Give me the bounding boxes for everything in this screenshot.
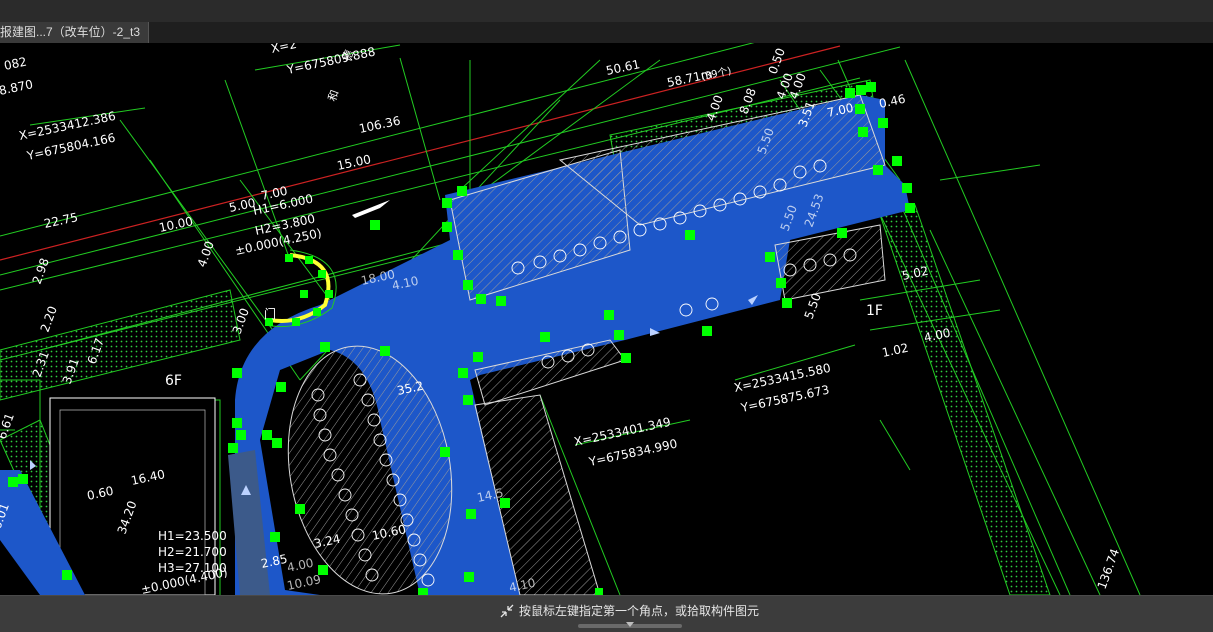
status-bar: 按鼠标左键指定第一个角点，或拾取构件图元 [0,595,1213,632]
dim-10-09: 10.09 [286,572,323,593]
dim-0-50: 0.50 [766,46,788,76]
gate-label: 门 [264,306,276,321]
pick-corner-icon [500,604,514,618]
dim-22-75: 22.75 [43,210,80,231]
dim-136-74: 136.74 [1095,547,1123,591]
tab-drawing[interactable]: 报建图...7（改车位）-2_t3 [0,22,149,43]
cad-drawing[interactable]: X=2533412.386 Y=675804.166 X=2533401.349… [0,43,1213,595]
coord-top-x: X=2 [270,43,298,56]
dim-10-00: 10.00 [158,214,195,235]
dim-2-20: 2.20 [38,304,60,334]
dim-2-98: 2.98 [30,256,52,286]
dim-50-61: 50.61 [605,57,642,78]
floor-6f: 6F [165,373,182,389]
dim-1-02: 1.02 [881,341,910,360]
coord-top-y: Y=675809.888 [285,45,377,78]
chevron-down-icon[interactable] [626,622,634,627]
command-prompt: 按鼠标左键指定第一个角点，或拾取构件图元 [499,601,759,621]
tab-label: 报建图...7（改车位）-2_t3 [0,25,141,39]
prompt-text: 按鼠标左键指定第一个角点，或拾取构件图元 [519,604,760,618]
floor-1f: 1F [866,303,883,319]
edge-value-1: 082 [3,54,28,72]
dim-0-46: 0.46 [878,92,907,111]
dim-106-36: 106.36 [358,114,402,136]
dim-4-00b: 4.00 [286,556,315,575]
tab-strip: 报建图...7（改车位）-2_t3 [0,22,1213,44]
h2-right: H2=21.700 [158,545,227,559]
title-bar [0,0,1213,23]
drawing-canvas[interactable]: X=2533412.386 Y=675804.166 X=2533401.349… [0,43,1213,595]
edge-value-2: 8.870 [0,77,34,98]
h1-right: H1=23.500 [158,529,227,543]
